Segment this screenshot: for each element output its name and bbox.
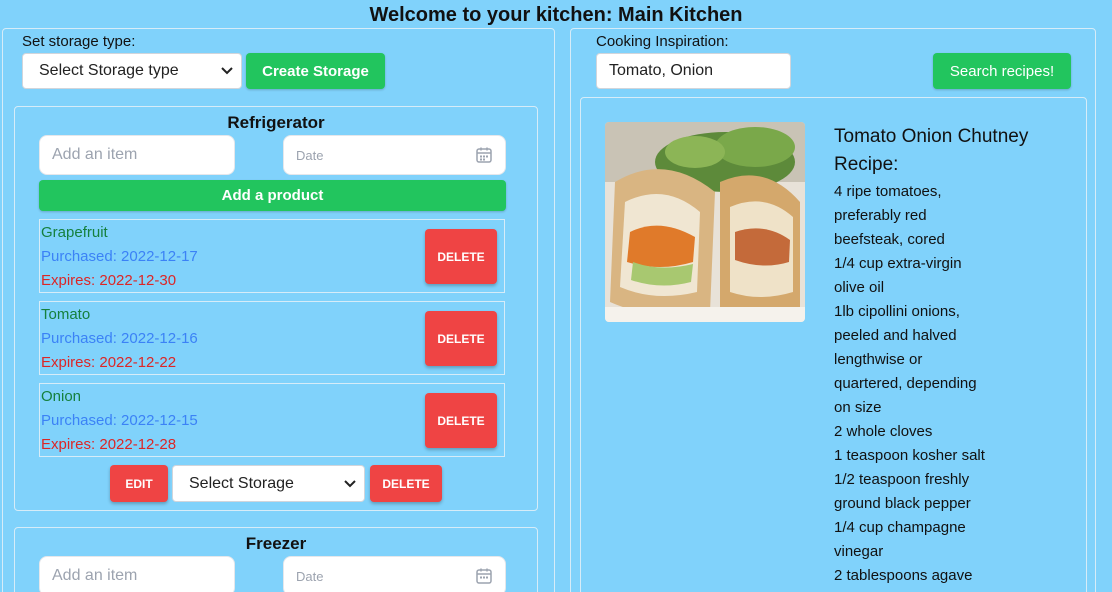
delete-product-button[interactable]: DELETE — [425, 229, 497, 284]
delete-product-button[interactable]: DELETE — [425, 311, 497, 366]
date-input[interactable]: Date — [283, 135, 506, 175]
calendar-icon[interactable] — [475, 146, 493, 164]
product-expiry-date: Expires: 2022-12-30 — [41, 272, 177, 289]
page-title: Welcome to your kitchen: Main Kitchen — [369, 4, 743, 26]
ingredient-list: 4 ripe tomatoes, preferably red beefstea… — [834, 180, 1014, 588]
product-row: Tomato Purchased: 2022-12-16 Expires: 20… — [39, 301, 505, 375]
product-purchased-date: Purchased: 2022-12-16 — [41, 330, 198, 347]
recipe-image — [605, 122, 805, 322]
ingredient-line: 4 ripe tomatoes, — [834, 183, 942, 200]
delete-storage-button[interactable]: DELETE — [370, 465, 442, 502]
chevron-down-icon — [344, 479, 356, 487]
product-row: Grapefruit Purchased: 2022-12-17 Expires… — [39, 219, 505, 293]
recipe-card: Tomato Onion Chutney Recipe: 4 ripe toma… — [580, 97, 1087, 592]
ingredient-line: quartered, depending — [834, 375, 977, 392]
date-placeholder: Date — [296, 568, 324, 584]
ingredient-line: 1lb cipollini onions, — [834, 303, 960, 320]
ingredient-line: vinegar — [834, 543, 884, 560]
add-item-placeholder: Add an item — [52, 567, 138, 584]
storage-title: Freezer — [245, 534, 307, 553]
add-product-button[interactable]: Add a product — [39, 180, 506, 211]
ingredient-line: preferably red — [834, 207, 927, 224]
set-storage-type-label: Set storage type: — [22, 33, 136, 50]
ingredient-line: olive oil — [834, 279, 885, 296]
recipe-title: Tomato Onion Chutney — [834, 126, 1029, 147]
storage-card-refrigerator: Refrigerator Add an item Date Add a prod… — [14, 106, 538, 511]
search-recipes-button[interactable]: Search recipes! — [933, 53, 1071, 89]
create-storage-button[interactable]: Create Storage — [246, 53, 385, 89]
ingredient-line: 1/4 cup champagne — [834, 519, 966, 536]
ingredient-line: beefsteak, cored — [834, 231, 945, 248]
storage-title: Refrigerator — [227, 113, 325, 132]
ingredient-line: 2 tablespoons agave — [834, 567, 973, 584]
storage-card-freezer: Freezer Add an item Date — [14, 527, 538, 592]
calendar-icon[interactable] — [475, 567, 493, 585]
delete-product-button[interactable]: DELETE — [425, 393, 497, 448]
product-purchased-date: Purchased: 2022-12-15 — [41, 412, 198, 429]
product-expiry-date: Expires: 2022-12-28 — [41, 436, 177, 453]
chevron-down-icon — [221, 67, 233, 75]
ingredient-line: peeled and halved — [834, 327, 957, 344]
product-name: Onion — [41, 388, 82, 405]
add-item-placeholder: Add an item — [52, 146, 138, 163]
add-item-input[interactable]: Add an item — [39, 135, 235, 175]
product-row: Onion Purchased: 2022-12-15 Expires: 202… — [39, 383, 505, 457]
ingredient-line: on size — [834, 399, 882, 416]
ingredient-line: 2 whole cloves — [834, 423, 933, 440]
edit-storage-button[interactable]: EDIT — [110, 465, 168, 502]
recipe-search-input[interactable]: Tomato, Onion — [596, 53, 791, 89]
product-name: Tomato — [41, 306, 91, 323]
date-placeholder: Date — [296, 147, 324, 163]
ingredient-line: 1/4 cup extra-virgin — [834, 255, 962, 272]
recipe-search-value: Tomato, Onion — [609, 62, 714, 79]
product-name: Grapefruit — [41, 224, 108, 241]
storage-type-select-value: Select Storage type — [39, 62, 179, 79]
date-input[interactable]: Date — [283, 556, 506, 592]
ingredient-line: lengthwise or — [834, 351, 923, 368]
product-expiry-date: Expires: 2022-12-22 — [41, 354, 177, 371]
move-storage-select[interactable]: Select Storage — [172, 465, 365, 502]
ingredient-line: 1 teaspoon kosher salt — [834, 447, 985, 464]
recipe-subtitle: Recipe: — [834, 154, 899, 175]
storage-type-select[interactable]: Select Storage type — [22, 53, 242, 89]
add-item-input[interactable]: Add an item — [39, 556, 235, 592]
ingredient-line: 1/2 teaspoon freshly — [834, 471, 970, 488]
product-purchased-date: Purchased: 2022-12-17 — [41, 248, 198, 265]
ingredient-line: ground black pepper — [834, 495, 971, 512]
cooking-inspiration-label: Cooking Inspiration: — [596, 33, 729, 50]
move-storage-select-value: Select Storage — [189, 474, 294, 492]
